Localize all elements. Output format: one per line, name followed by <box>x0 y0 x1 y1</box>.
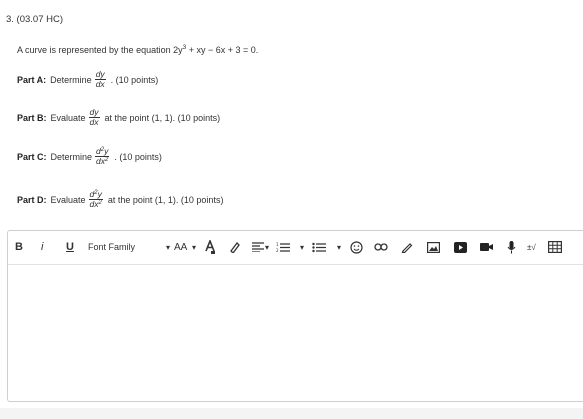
part-d: Part D: Evaluate d2y dx2 at the point (1, … <box>17 190 223 209</box>
dropdown-caret-icon[interactable]: ▾ <box>166 239 170 255</box>
font-family-select[interactable]: Font Family <box>88 239 135 255</box>
part-verb: Determine <box>50 74 92 85</box>
derivative-fraction: dy dx <box>88 107 100 127</box>
highlight-icon[interactable] <box>229 239 241 255</box>
microphone-icon[interactable] <box>507 239 516 255</box>
question-statement: A curve is represented by the equation 2… <box>17 44 259 55</box>
part-tail: at the point (1, 1). (10 points) <box>104 112 221 123</box>
table-icon[interactable] <box>548 239 562 255</box>
record-video-icon[interactable] <box>480 239 493 255</box>
part-b: Part B: Evaluate dy dx at the point (1, 1)… <box>17 108 220 127</box>
unordered-list-icon[interactable] <box>312 239 326 255</box>
align-icon[interactable] <box>252 239 264 255</box>
part-tail: . (10 points) <box>114 151 162 162</box>
bold-button[interactable]: B <box>15 239 23 255</box>
question-number: 3. (03.07 HC) <box>6 14 64 25</box>
dropdown-caret-icon[interactable]: ▾ <box>300 239 304 255</box>
part-tail: . (10 points) <box>110 74 159 85</box>
font-size-select[interactable]: AA <box>174 239 187 255</box>
dropdown-caret-icon[interactable]: ▾ <box>265 239 269 255</box>
italic-button[interactable]: i <box>41 239 43 255</box>
part-c: Part C: Determine d2y dx2 . (10 points) <box>17 147 162 166</box>
editor-toolbar: B i U Font Family ▾ AA ▾ ▾ 12 ▾ ▾ ±√ <box>8 231 583 265</box>
part-a: Part A: Determine dy dx . (10 points) <box>17 70 158 89</box>
video-icon[interactable] <box>454 239 467 255</box>
underline-button[interactable]: U <box>66 239 74 255</box>
dropdown-caret-icon[interactable]: ▾ <box>337 239 341 255</box>
ordered-list-icon[interactable]: 12 <box>276 239 290 255</box>
second-derivative-fraction: d2y dx2 <box>95 146 110 166</box>
link-icon[interactable] <box>374 239 388 255</box>
part-verb: Evaluate <box>50 194 86 205</box>
second-derivative-fraction: d2y dx2 <box>88 189 103 209</box>
text-color-icon[interactable] <box>204 239 216 255</box>
part-label: Part A: <box>17 74 47 85</box>
pencil-icon[interactable] <box>401 239 413 255</box>
part-verb: Evaluate <box>50 112 86 123</box>
math-equation-button[interactable]: ±√ <box>527 239 536 255</box>
part-label: Part D: <box>17 194 47 205</box>
part-label: Part B: <box>17 112 47 123</box>
emoji-icon[interactable] <box>350 239 363 255</box>
part-tail: at the point (1, 1). (10 points) <box>107 194 224 205</box>
dropdown-caret-icon[interactable]: ▾ <box>192 239 196 255</box>
image-icon[interactable] <box>427 239 440 255</box>
derivative-fraction: dy dx <box>94 69 106 89</box>
svg-text:1: 1 <box>276 242 279 247</box>
svg-text:2: 2 <box>276 248 279 253</box>
answer-editor[interactable]: B i U Font Family ▾ AA ▾ ▾ 12 ▾ ▾ ±√ <box>7 230 583 402</box>
part-verb: Determine <box>50 151 93 162</box>
page-footer-strip <box>0 408 583 419</box>
part-label: Part C: <box>17 151 47 162</box>
